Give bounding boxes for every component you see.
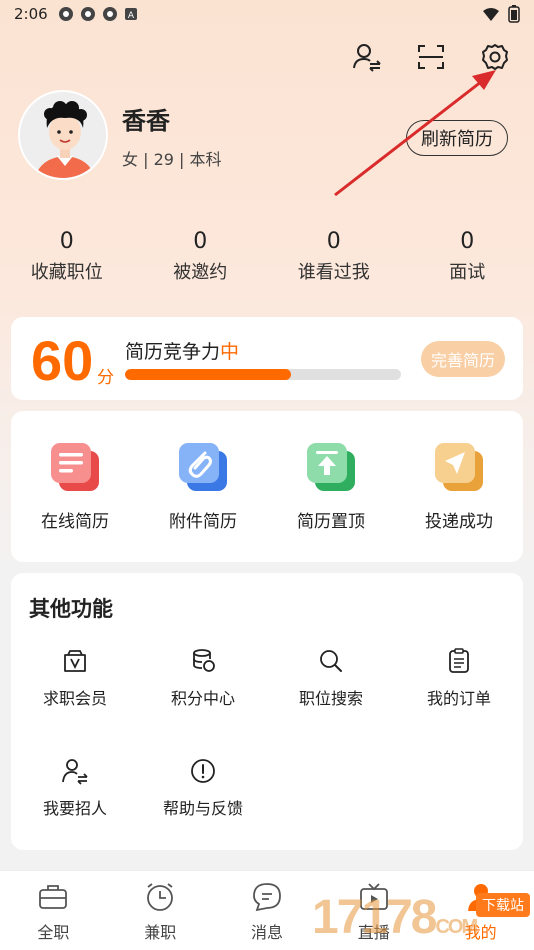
score-progress-fill xyxy=(125,369,291,380)
stat-value: 0 xyxy=(59,229,74,254)
function-label: 职位搜索 xyxy=(298,689,363,708)
function-label: 积分中心 xyxy=(170,689,235,708)
stat-label: 谁看过我 xyxy=(297,262,370,283)
tab-messages[interactable]: 消息 xyxy=(214,871,321,950)
points-center-item[interactable]: 积分中心 xyxy=(139,647,267,709)
resume-action-label: 在线简历 xyxy=(41,512,109,532)
function-label: 我的订单 xyxy=(426,689,491,708)
other-functions-card: 其他功能 求职会员 积分中心 职位搜索 我的订单 我要招人 帮助与反馈 xyxy=(11,573,523,850)
stat-value: 0 xyxy=(193,229,208,254)
tab-fulltime[interactable]: 全职 xyxy=(0,871,107,950)
score-level: 中 xyxy=(220,341,240,363)
svg-text:A: A xyxy=(128,11,135,21)
stat-value: 0 xyxy=(326,229,341,254)
stat-favorites[interactable]: 0 收藏职位 xyxy=(0,228,134,284)
wifi-icon xyxy=(483,8,499,21)
notification-icon xyxy=(80,7,95,21)
help-feedback-item[interactable]: 帮助与反馈 xyxy=(139,757,267,819)
search-icon xyxy=(320,650,342,672)
chat-icon xyxy=(253,883,281,912)
online-resume-item[interactable]: 在线简历 xyxy=(11,441,139,532)
gear-icon xyxy=(482,44,508,70)
send-icon xyxy=(433,441,485,493)
app-notification-icon: A xyxy=(124,8,137,21)
notification-icon xyxy=(58,7,73,21)
profile-info: 香香 女 | 29 | 本科 xyxy=(122,101,222,170)
avatar[interactable] xyxy=(18,90,108,180)
stats-row: 0 收藏职位 0 被邀约 0 谁看过我 0 面试 xyxy=(0,228,534,284)
delivered-item[interactable]: 投递成功 xyxy=(395,441,523,532)
attachment-resume-item[interactable]: 附件简历 xyxy=(139,441,267,532)
stat-invited[interactable]: 0 被邀约 xyxy=(134,228,268,284)
briefcase-icon xyxy=(39,885,68,909)
resume-actions-card: 在线简历 附件简历 简历置顶 投递成功 xyxy=(11,411,523,562)
vip-icon xyxy=(64,650,86,672)
scan-button[interactable] xyxy=(414,40,448,74)
settings-button[interactable] xyxy=(478,40,512,74)
watermark-text: 17178 xyxy=(312,891,437,944)
function-label: 我要招人 xyxy=(42,799,107,818)
profile-section[interactable]: 香香 女 | 29 | 本科 xyxy=(18,90,222,180)
score-progress-bar xyxy=(125,369,401,380)
stat-label: 被邀约 xyxy=(173,262,228,283)
notification-icon xyxy=(102,7,117,21)
site-watermark: 17178COM xyxy=(312,890,478,945)
score-title: 简历竞争力中 xyxy=(125,337,239,364)
score-number: 60 xyxy=(31,329,94,392)
tab-label: 兼职 xyxy=(144,923,177,942)
pin-resume-item[interactable]: 简历置顶 xyxy=(267,441,395,532)
function-label: 帮助与反馈 xyxy=(162,799,243,818)
watermark-badge: 下载站 xyxy=(476,893,530,917)
stat-interviews[interactable]: 0 面试 xyxy=(401,228,534,284)
stat-value: 0 xyxy=(460,229,475,254)
tab-parttime[interactable]: 兼职 xyxy=(107,871,214,950)
clipboard-icon xyxy=(449,648,469,673)
help-icon xyxy=(191,759,215,783)
resume-action-label: 简历置顶 xyxy=(297,512,365,532)
improve-resume-button[interactable]: 完善简历 xyxy=(420,341,505,377)
tab-label: 消息 xyxy=(250,923,283,942)
user-name: 香香 xyxy=(122,106,170,135)
recruit-item[interactable]: 我要招人 xyxy=(11,757,139,819)
notification-icons: A xyxy=(58,6,138,22)
status-time: 2:06 xyxy=(14,5,48,23)
job-vip-item[interactable]: 求职会员 xyxy=(11,647,139,709)
top-arrow-icon xyxy=(305,441,357,493)
stat-label: 面试 xyxy=(449,262,486,283)
clock-icon xyxy=(147,883,174,911)
resume-action-label: 投递成功 xyxy=(425,512,493,532)
job-search-item[interactable]: 职位搜索 xyxy=(267,647,395,709)
switch-identity-button[interactable] xyxy=(350,40,384,74)
tab-label: 全职 xyxy=(37,923,70,942)
my-orders-item[interactable]: 我的订单 xyxy=(395,647,523,709)
resume-action-label: 附件简历 xyxy=(169,512,237,532)
online-resume-icon xyxy=(49,441,101,493)
avatar-illustration xyxy=(20,92,106,178)
refresh-resume-button[interactable]: 刷新简历 xyxy=(406,120,508,156)
switch-identity-icon xyxy=(353,44,381,72)
top-actions xyxy=(350,40,512,74)
score-unit: 分 xyxy=(97,368,114,388)
resume-score-card: 60 分 简历竞争力中 完善简历 xyxy=(11,317,523,400)
attachment-icon xyxy=(177,441,229,493)
section-title: 其他功能 xyxy=(29,597,113,621)
battery-icon xyxy=(508,5,520,23)
function-label: 求职会员 xyxy=(42,689,107,708)
coins-icon xyxy=(193,649,215,672)
watermark-suffix: COM xyxy=(435,916,478,938)
stat-label: 收藏职位 xyxy=(30,262,103,283)
user-meta: 女 | 29 | 本科 xyxy=(122,149,222,169)
functions-grid: 求职会员 积分中心 职位搜索 我的订单 我要招人 帮助与反馈 xyxy=(11,647,523,819)
score-title-text: 简历竞争力 xyxy=(125,341,221,363)
status-bar: 2:06 A xyxy=(0,0,534,28)
recruit-icon xyxy=(62,759,88,785)
stat-viewed-me[interactable]: 0 谁看过我 xyxy=(267,228,401,284)
scan-icon xyxy=(418,45,444,69)
